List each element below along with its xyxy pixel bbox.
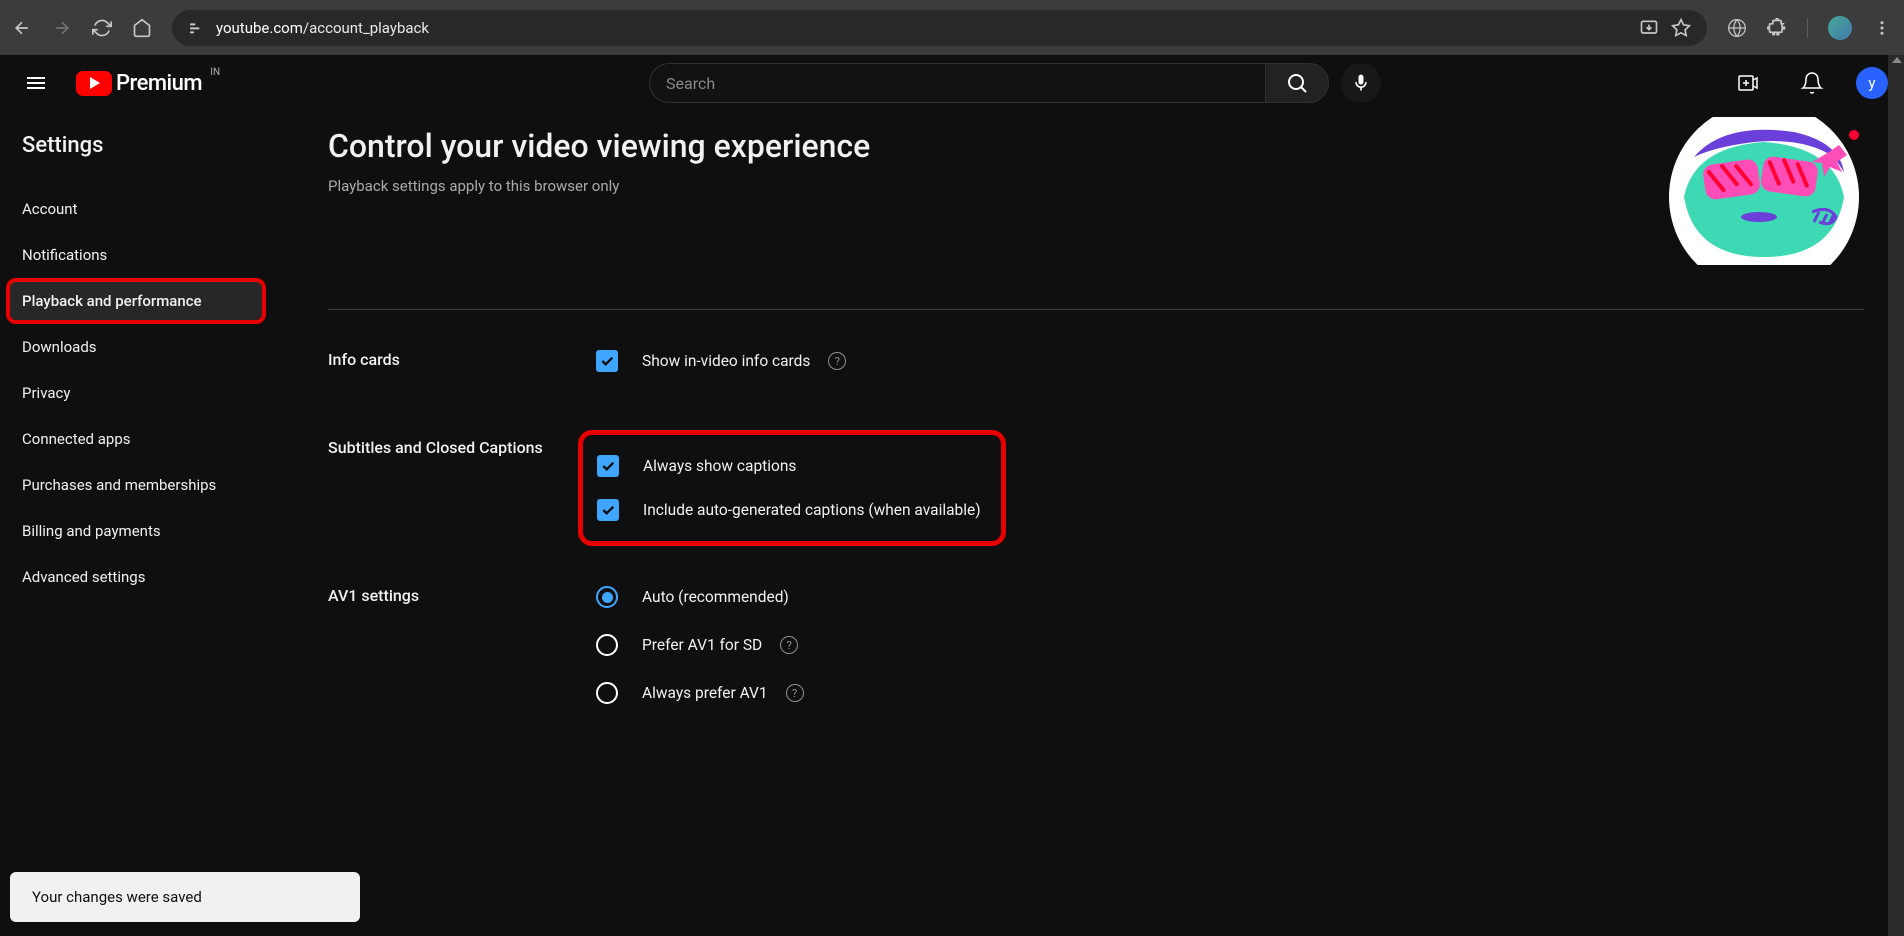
sidebar-item-downloads[interactable]: Downloads [22, 324, 280, 370]
hamburger-menu[interactable] [16, 63, 56, 103]
sidebar-item-playback[interactable]: Playback and performance [6, 278, 266, 324]
sidebar-item-purchases[interactable]: Purchases and memberships [22, 462, 280, 508]
logo-text: Premium [116, 71, 202, 96]
page-subtitle: Playback settings apply to this browser … [328, 177, 870, 195]
option-label: Show in-video info cards [642, 352, 810, 370]
section-label: Subtitles and Closed Captions [328, 438, 596, 546]
browser-menu-icon[interactable] [1872, 18, 1892, 38]
youtube-play-icon [76, 71, 112, 96]
url-path: /account_playback [303, 19, 429, 37]
extensions-icon[interactable] [1767, 18, 1787, 38]
sidebar-item-account[interactable]: Account [22, 186, 280, 232]
browser-profile[interactable] [1828, 16, 1852, 40]
browser-chrome: youtube.com/account_playback [0, 0, 1904, 55]
url-domain: youtube.com [216, 19, 303, 37]
sidebar-item-billing[interactable]: Billing and payments [22, 508, 280, 554]
section-label: AV1 settings [328, 586, 596, 730]
option-label: Prefer AV1 for SD [642, 636, 762, 654]
header-illustration [1664, 117, 1864, 265]
section-subtitles: Subtitles and Closed Captions Always sho… [328, 398, 1864, 546]
help-icon[interactable]: ? [786, 684, 804, 702]
back-icon[interactable] [12, 18, 32, 38]
radio-av1-auto[interactable] [596, 586, 618, 608]
section-label: Info cards [328, 350, 596, 398]
option-label: Always show captions [643, 457, 796, 475]
help-icon[interactable]: ? [828, 352, 846, 370]
toast-saved: Your changes were saved [10, 872, 360, 922]
scrollbar[interactable] [1888, 55, 1904, 936]
sidebar-item-connected-apps[interactable]: Connected apps [22, 416, 280, 462]
reload-icon[interactable] [92, 18, 112, 38]
search-box [649, 63, 1329, 103]
notifications-button[interactable] [1792, 63, 1832, 103]
section-av1: AV1 settings Auto (recommended) Prefer A… [328, 546, 1864, 730]
site-settings-icon [188, 20, 204, 36]
account-avatar[interactable]: y [1856, 67, 1888, 99]
url-bar[interactable]: youtube.com/account_playback [172, 10, 1707, 46]
home-icon[interactable] [132, 18, 152, 38]
help-icon[interactable]: ? [780, 636, 798, 654]
toast-message: Your changes were saved [32, 888, 202, 906]
forward-icon[interactable] [52, 18, 72, 38]
search-button[interactable] [1265, 63, 1329, 103]
sidebar-item-privacy[interactable]: Privacy [22, 370, 280, 416]
search-input[interactable] [649, 63, 1265, 103]
voice-search-button[interactable] [1341, 63, 1381, 103]
scroll-up-icon[interactable] [1892, 57, 1902, 63]
globe-icon[interactable] [1727, 18, 1747, 38]
checkbox-always-captions[interactable] [597, 455, 619, 477]
install-app-icon[interactable] [1639, 18, 1659, 38]
settings-sidebar: Settings Account Notifications Playback … [0, 111, 280, 936]
youtube-logo[interactable]: Premium IN [76, 71, 202, 96]
option-label: Include auto-generated captions (when av… [643, 501, 981, 519]
option-label: Always prefer AV1 [642, 684, 768, 702]
section-info-cards: Info cards Show in-video info cards ? [328, 310, 1864, 398]
create-button[interactable] [1728, 63, 1768, 103]
country-code: IN [210, 67, 220, 78]
sidebar-title: Settings [22, 133, 280, 158]
radio-av1-always[interactable] [596, 682, 618, 704]
sidebar-item-notifications[interactable]: Notifications [22, 232, 280, 278]
sidebar-item-advanced[interactable]: Advanced settings [22, 554, 280, 600]
checkbox-info-cards[interactable] [596, 350, 618, 372]
page-title: Control your video viewing experience [328, 127, 870, 165]
bookmark-icon[interactable] [1671, 18, 1691, 38]
radio-av1-sd[interactable] [596, 634, 618, 656]
highlight-annotation: Always show captions Include auto-genera… [578, 430, 1006, 546]
checkbox-auto-captions[interactable] [597, 499, 619, 521]
youtube-header: Premium IN y [0, 55, 1904, 111]
settings-content: Control your video viewing experience Pl… [280, 111, 1904, 936]
option-label: Auto (recommended) [642, 588, 789, 606]
